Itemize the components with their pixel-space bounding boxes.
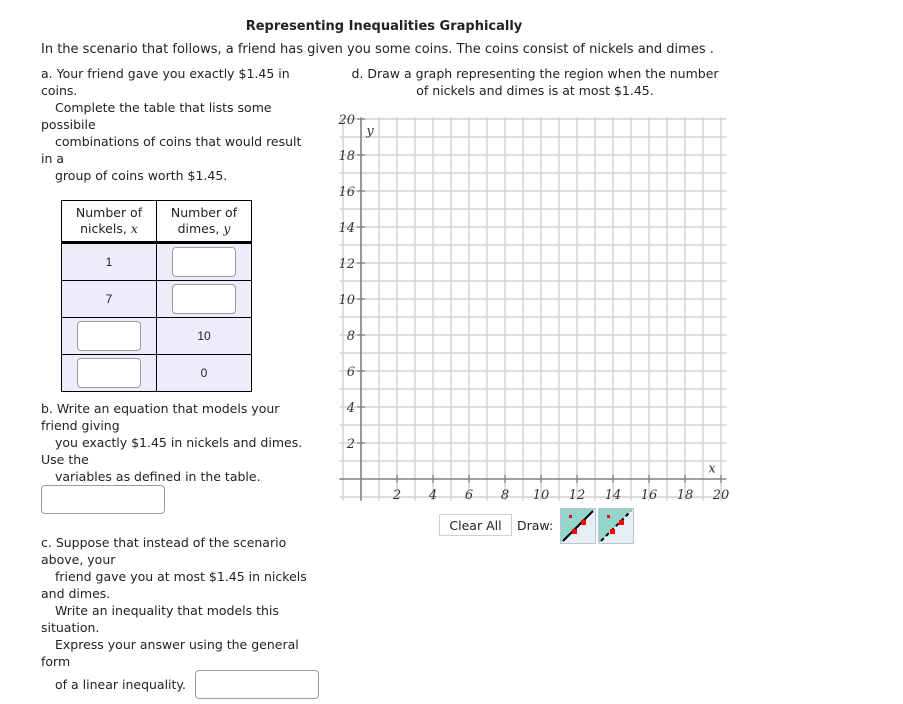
draw-label: Draw: bbox=[517, 518, 554, 533]
table-row: 1 bbox=[61, 242, 252, 281]
part-c-instructions: c. Suppose that instead of the scenario a… bbox=[41, 534, 326, 670]
nickels-cell bbox=[61, 354, 157, 392]
x-tick-label: 16 bbox=[641, 488, 658, 503]
y-tick-label: 4 bbox=[346, 401, 355, 416]
part-b-line: variables as defined in the table. bbox=[55, 469, 261, 484]
header-nickels-var: x bbox=[130, 221, 138, 236]
part-b-instructions: b. Write an equation that models your fri… bbox=[41, 400, 326, 485]
nickels-input[interactable] bbox=[77, 321, 141, 351]
x-tick-label: 6 bbox=[465, 488, 473, 503]
dimes-value: 10 bbox=[156, 317, 252, 355]
part-b-line: b. Write an equation that models your bbox=[41, 401, 280, 416]
part-a-line: coins. bbox=[41, 83, 78, 98]
intro-text: In the scenario that follows, a friend h… bbox=[41, 42, 714, 57]
solid-line-region-icon bbox=[561, 509, 595, 543]
header-nickels-line1: Number of bbox=[75, 205, 143, 220]
y-tick-label: 10 bbox=[338, 293, 355, 308]
header-dimes-line2: dimes, bbox=[177, 221, 220, 236]
part-d-instructions: d. Draw a graph representing the region … bbox=[342, 65, 728, 99]
page-title: Representing Inequalities Graphically bbox=[245, 19, 523, 34]
y-axis-label: y bbox=[365, 124, 374, 139]
y-tick-label: 16 bbox=[338, 185, 355, 200]
x-tick-label: 12 bbox=[569, 488, 586, 503]
y-tick-label: 14 bbox=[338, 221, 355, 236]
part-a-line: in a bbox=[41, 151, 65, 166]
x-tick-label: 4 bbox=[428, 488, 437, 503]
y-tick-label: 12 bbox=[338, 257, 355, 272]
nickels-value: 1 bbox=[61, 242, 157, 281]
inequality-input[interactable] bbox=[195, 670, 319, 699]
y-tick-label: 18 bbox=[338, 149, 355, 164]
x-tick-label: 18 bbox=[677, 488, 694, 503]
part-b-line: friend giving bbox=[41, 418, 120, 433]
part-c-last-line: of a linear inequality. bbox=[55, 677, 187, 692]
clear-all-button[interactable]: Clear All bbox=[439, 514, 512, 536]
part-a-line: possibile bbox=[41, 117, 96, 132]
part-a-line: a. Your friend gave you exactly $1.45 in bbox=[41, 66, 290, 81]
part-a-line: group of coins worth $1.45. bbox=[55, 168, 228, 183]
part-a-line: Complete the table that lists some bbox=[55, 100, 272, 115]
part-c-line: Express your answer using the general bbox=[55, 637, 299, 652]
table-row: 7 bbox=[61, 280, 252, 318]
header-dimes-var: y bbox=[223, 221, 231, 236]
x-axis-label: x bbox=[708, 462, 716, 477]
part-a-line: combinations of coins that would result bbox=[55, 134, 302, 149]
part-c-line: situation. bbox=[41, 620, 100, 635]
y-tick-label: 20 bbox=[337, 113, 355, 128]
y-tick-label: 6 bbox=[347, 365, 355, 380]
y-tick-label: 2 bbox=[346, 437, 355, 452]
solid-line-region-tool-button[interactable] bbox=[560, 508, 596, 544]
dimes-value: 0 bbox=[156, 354, 252, 392]
inequality-graph-canvas[interactable]: 2 4 6 8 10 12 14 16 18 20 2 4 6 8 10 12 14 16 18 20 x y bbox=[330, 105, 740, 505]
part-d-line1: d. Draw a graph representing the region … bbox=[351, 66, 719, 81]
y-tick-label: 8 bbox=[347, 329, 355, 344]
part-b-line: Use the bbox=[41, 452, 89, 467]
x-tick-label: 14 bbox=[605, 488, 622, 503]
nickels-value: 7 bbox=[61, 280, 157, 318]
x-tick-label: 2 bbox=[392, 488, 401, 503]
nickels-input[interactable] bbox=[77, 358, 141, 388]
part-b-line: you exactly $1.45 in nickels and dimes. bbox=[55, 435, 303, 450]
part-c-line: above, your bbox=[41, 552, 116, 567]
header-dimes: Number of dimes, y bbox=[156, 200, 252, 244]
part-c-line: form bbox=[41, 654, 71, 669]
part-c-line: friend gave you at most $1.45 in nickels bbox=[55, 569, 307, 584]
part-c-line: Write an inequality that models this bbox=[55, 603, 279, 618]
part-a-instructions: a. Your friend gave you exactly $1.45 in… bbox=[41, 65, 321, 184]
part-d-line2: of nickels and dimes is at most $1.45. bbox=[416, 83, 654, 98]
dimes-input[interactable] bbox=[172, 247, 236, 277]
part-c-line: and dimes. bbox=[41, 586, 111, 601]
x-tick-label: 8 bbox=[501, 488, 509, 503]
x-tick-label: 20 bbox=[712, 488, 730, 503]
header-nickels-line2: nickels, bbox=[80, 221, 127, 236]
header-nickels: Number of nickels, x bbox=[61, 200, 157, 244]
dashed-line-region-tool-button[interactable] bbox=[598, 508, 634, 544]
header-dimes-line1: Number of bbox=[170, 205, 238, 220]
table-row: 10 bbox=[61, 317, 252, 355]
dashed-line-region-icon bbox=[599, 509, 633, 543]
x-tick-label: 10 bbox=[533, 488, 550, 503]
dimes-cell bbox=[156, 242, 252, 281]
nickels-cell bbox=[61, 317, 157, 355]
coin-combinations-table: Number of nickels, x Number of dimes, y … bbox=[61, 200, 252, 392]
part-c-line: c. Suppose that instead of the scenario bbox=[41, 535, 287, 550]
equation-input[interactable] bbox=[41, 485, 165, 514]
table-row: 0 bbox=[61, 354, 252, 392]
dimes-cell bbox=[156, 280, 252, 318]
dimes-input[interactable] bbox=[172, 284, 236, 314]
